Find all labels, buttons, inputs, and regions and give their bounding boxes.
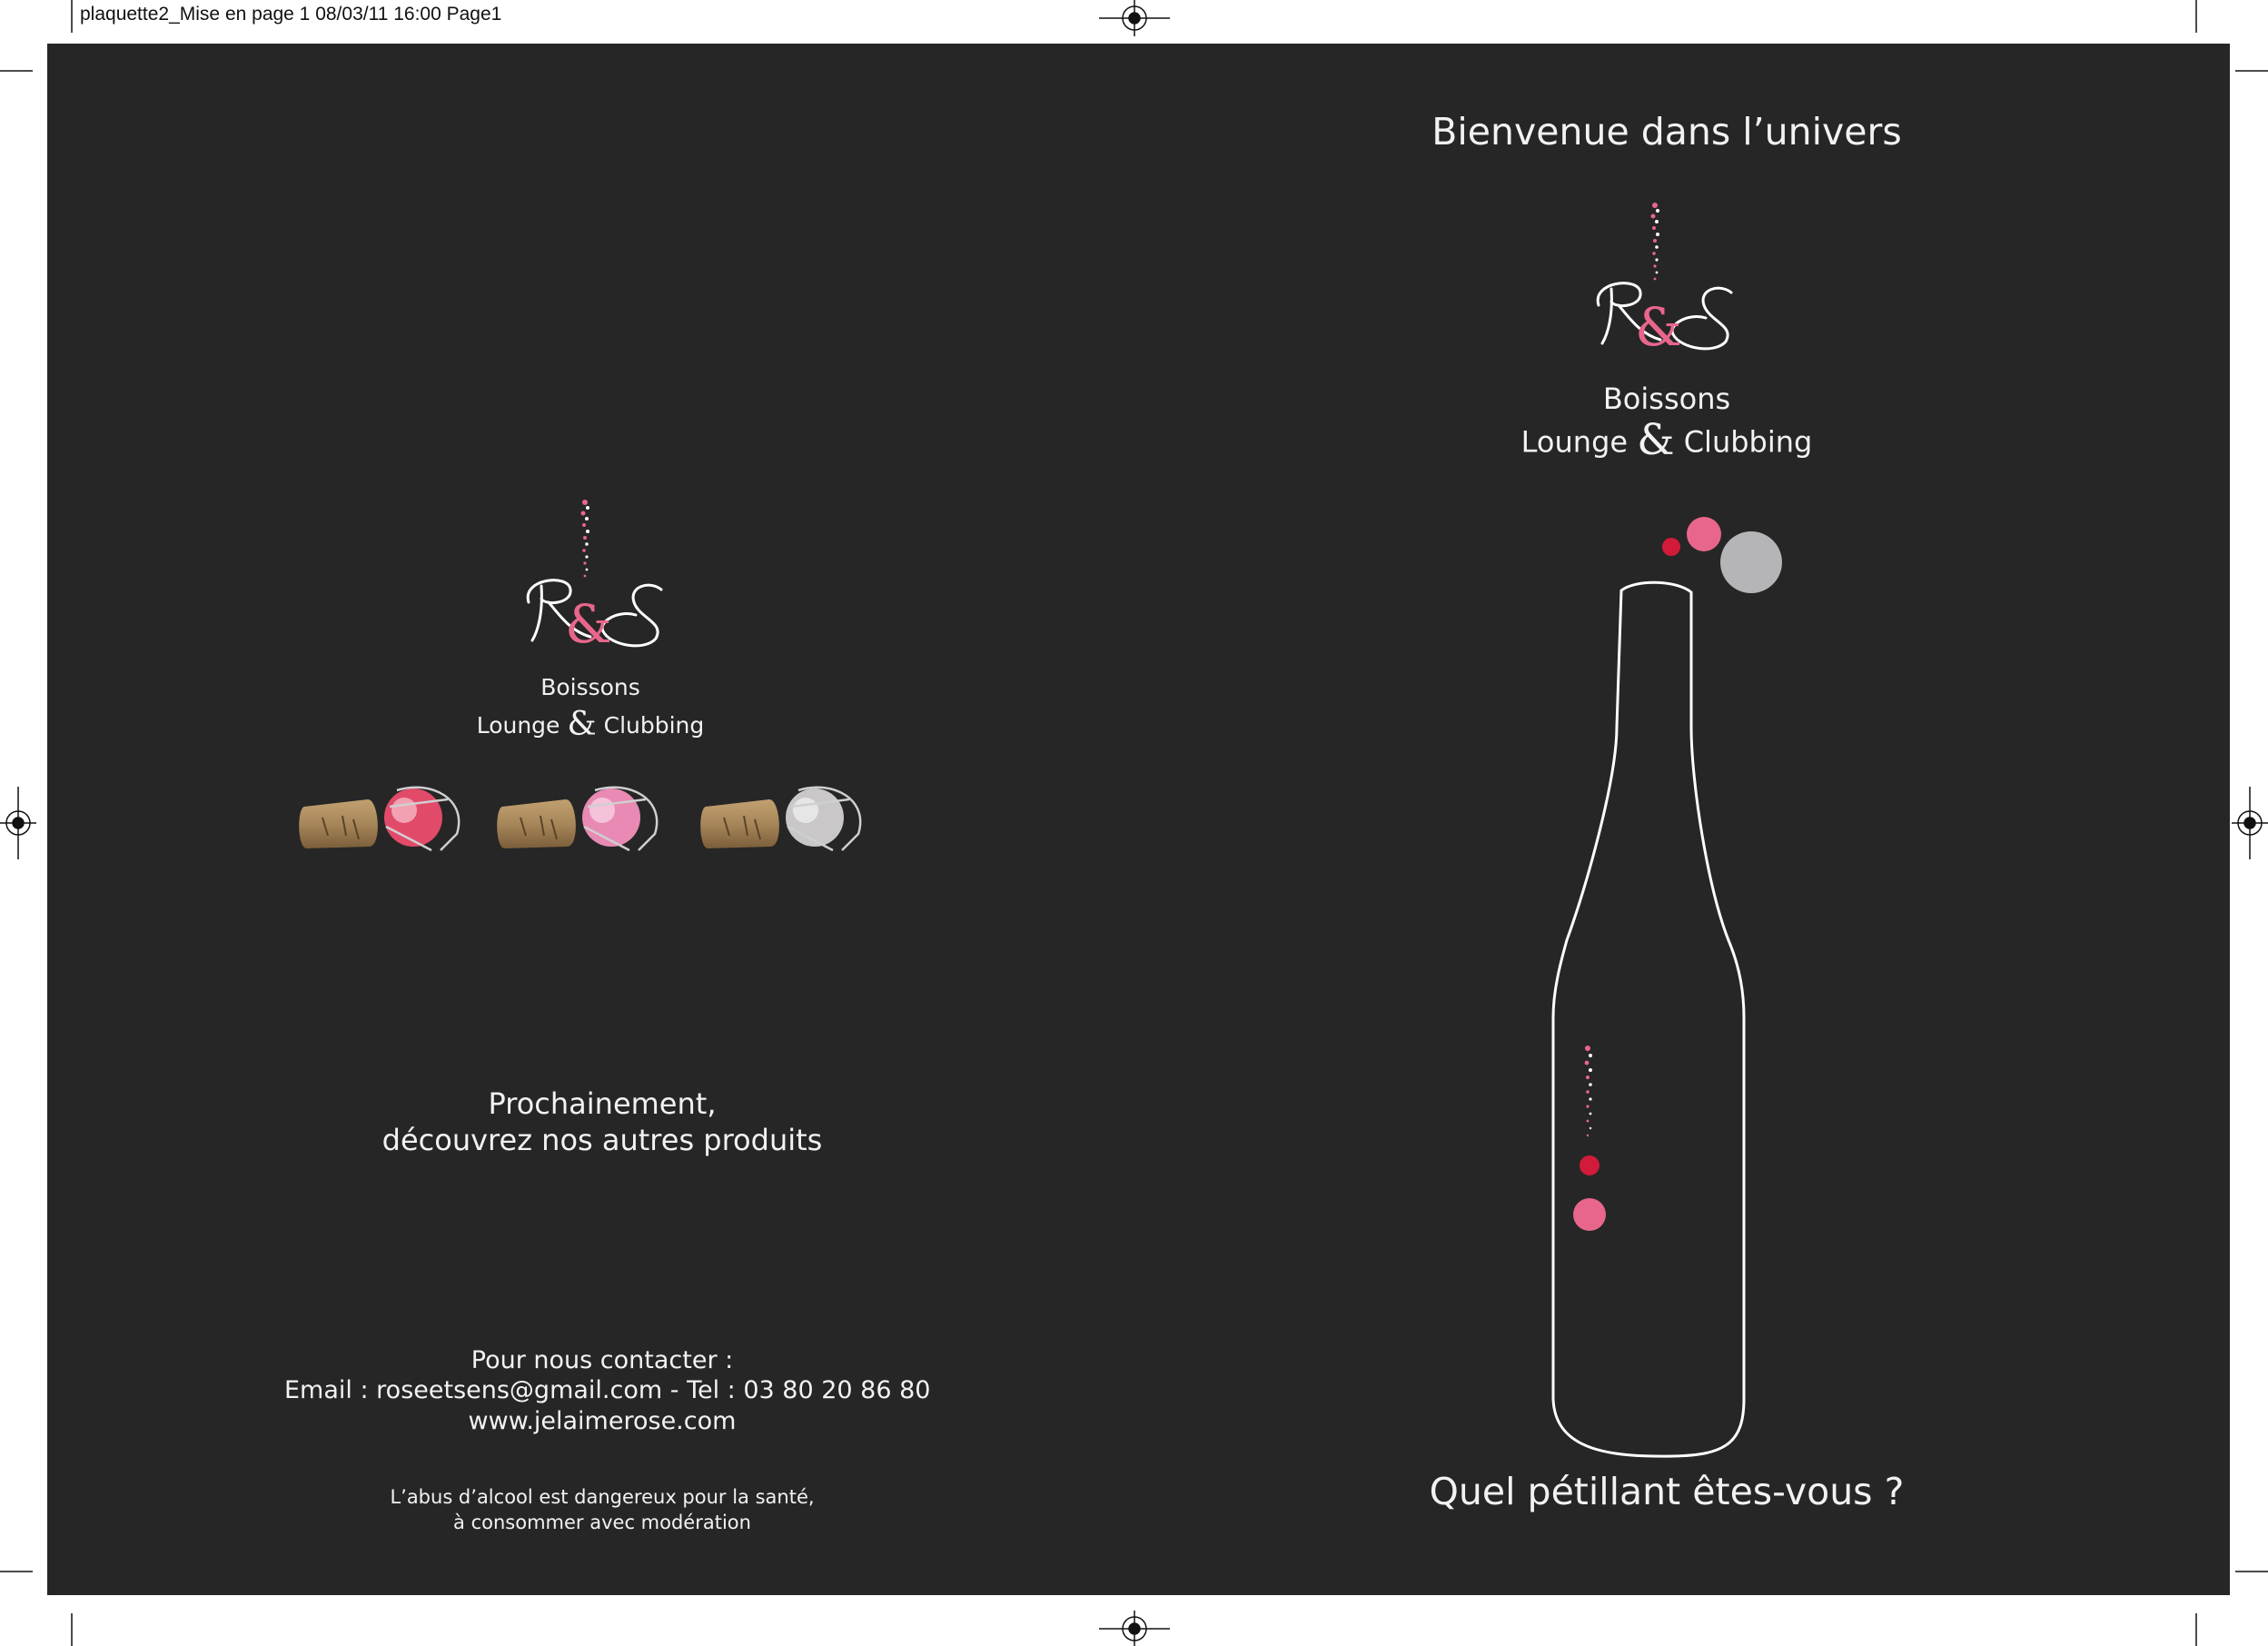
bottle-illustration bbox=[1551, 517, 1782, 1458]
bottle-bubble-red bbox=[1580, 1155, 1599, 1175]
bottle-bubble-stream-icon bbox=[1584, 1046, 1592, 1137]
bottle-outline bbox=[1551, 580, 1746, 1458]
bubble-grey bbox=[1720, 531, 1782, 593]
bottle-bubble-pink bbox=[1573, 1198, 1606, 1231]
tagline: Quel pétillant êtes-vous ? bbox=[1429, 1470, 1905, 1513]
bubble-pink bbox=[1687, 517, 1721, 551]
bubble-red-small bbox=[1662, 538, 1680, 556]
